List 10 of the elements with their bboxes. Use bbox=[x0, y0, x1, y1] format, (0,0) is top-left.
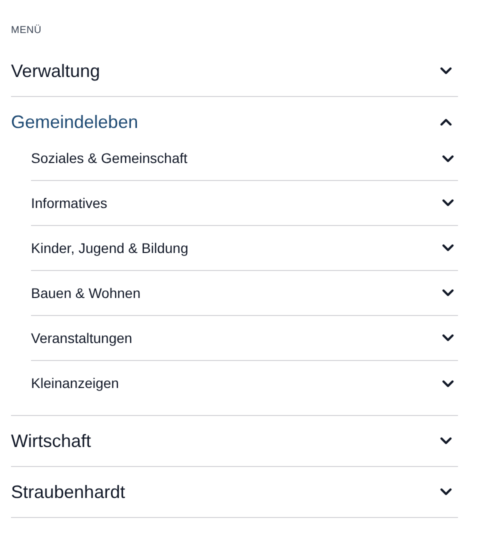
menu-item[interactable]: Wirtschaft bbox=[11, 416, 458, 466]
submenu-item[interactable]: Kinder, Jugend & Bildung bbox=[31, 226, 458, 271]
submenu-item[interactable]: Informatives bbox=[31, 181, 458, 226]
submenu-item[interactable]: Kleinanzeigen bbox=[31, 361, 458, 406]
menu-item[interactable]: Verwaltung bbox=[11, 56, 458, 96]
submenu-item[interactable]: Veranstaltungen bbox=[31, 316, 458, 361]
menu-heading: MENÜ bbox=[11, 24, 42, 38]
submenu-item[interactable]: Bauen & Wohnen bbox=[31, 271, 458, 316]
menu-item[interactable]: Straubenhardt bbox=[11, 467, 458, 517]
submenu-item[interactable]: Soziales & Gemeinschaft bbox=[31, 137, 458, 181]
